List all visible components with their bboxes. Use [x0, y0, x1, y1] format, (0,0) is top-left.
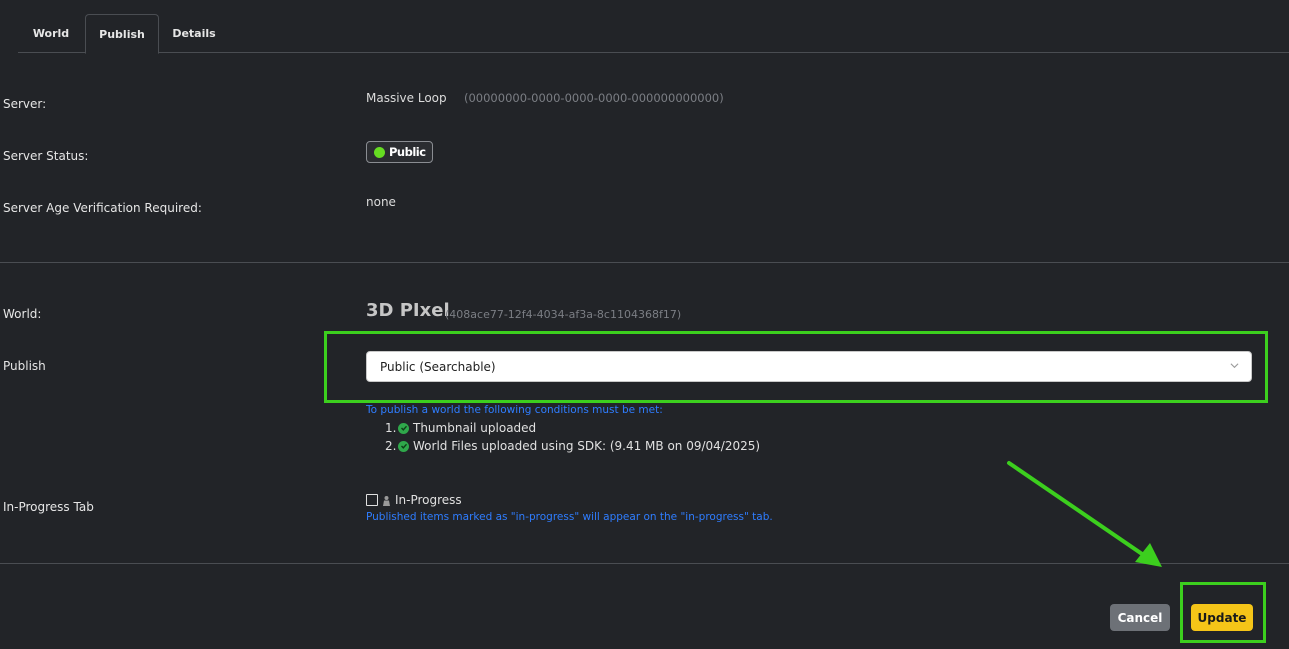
annotation-arrow-icon — [1007, 461, 1162, 567]
